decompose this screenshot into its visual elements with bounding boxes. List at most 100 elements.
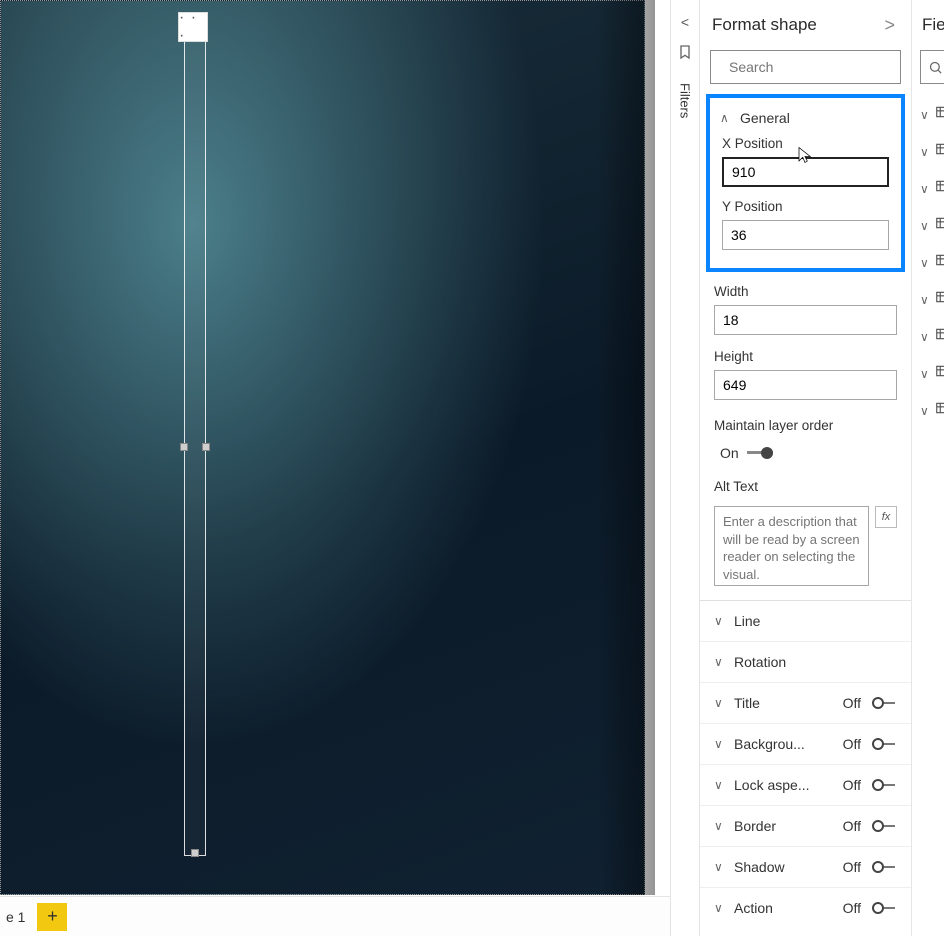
section-border-label: Border <box>734 818 776 834</box>
general-section-highlight: ∧ General X Position Y Position <box>706 94 905 272</box>
section-shadow-header[interactable]: ∨ Shadow Off <box>700 847 911 887</box>
chevron-down-icon: ∨ <box>920 404 929 418</box>
chevron-up-icon: ∧ <box>720 111 732 125</box>
resize-handle-left[interactable] <box>180 443 188 451</box>
maintain-layer-order-label: Maintain layer order <box>700 410 911 439</box>
height-input[interactable] <box>714 370 897 400</box>
chevron-down-icon: ∨ <box>714 901 726 915</box>
section-shadow-toggle[interactable] <box>873 860 897 874</box>
bookmark-icon[interactable] <box>677 44 693 65</box>
search-icon <box>928 60 943 75</box>
chevron-down-icon: ∨ <box>714 737 726 751</box>
section-shadow-state: Off <box>843 859 865 875</box>
table-icon <box>935 105 944 124</box>
resize-handle-bottom[interactable] <box>191 849 199 857</box>
chevron-down-icon: ∨ <box>920 256 929 270</box>
section-border-header[interactable]: ∨ Border Off <box>700 806 911 846</box>
alt-text-fx-button[interactable]: fx <box>875 506 897 528</box>
format-shape-pane: Format shape > ∧ General X Position Y Po… <box>700 0 912 936</box>
fields-table-item[interactable]: ∨ <box>912 96 944 133</box>
table-icon <box>935 327 944 346</box>
filters-pane-collapsed: < Filters <box>670 0 700 936</box>
filters-pane-label[interactable]: Filters <box>678 83 693 118</box>
chevron-down-icon: ∨ <box>714 614 726 628</box>
section-general-label: General <box>740 110 790 126</box>
fields-pane: Fie ∨ ∨ ∨ ∨ ∨ ∨ ∨ ∨ ∨ <box>912 0 944 936</box>
chevron-down-icon: ∨ <box>714 819 726 833</box>
format-search-input[interactable] <box>729 59 910 75</box>
section-title-toggle[interactable] <box>873 696 897 710</box>
chevron-down-icon: ∨ <box>714 860 726 874</box>
section-background-state: Off <box>843 736 865 752</box>
table-icon <box>935 142 944 161</box>
alt-text-input[interactable] <box>714 506 869 586</box>
section-background-header[interactable]: ∨ Backgrou... Off <box>700 724 911 764</box>
y-position-label: Y Position <box>722 199 889 214</box>
fields-table-item[interactable]: ∨ <box>912 281 944 318</box>
section-action-header[interactable]: ∨ Action Off <box>700 888 911 928</box>
fields-pane-title: Fie <box>912 0 944 50</box>
page-tab-1[interactable]: e 1 <box>4 905 27 929</box>
chevron-down-icon: ∨ <box>920 367 929 381</box>
section-background-label: Backgrou... <box>734 736 805 752</box>
fields-table-item[interactable]: ∨ <box>912 318 944 355</box>
table-icon <box>935 216 944 235</box>
fields-table-item[interactable]: ∨ <box>912 133 944 170</box>
section-lockaspect-toggle[interactable] <box>873 778 897 792</box>
section-lockaspect-label: Lock aspe... <box>734 777 810 793</box>
fields-table-item[interactable]: ∨ <box>912 244 944 281</box>
chevron-down-icon: ∨ <box>920 330 929 344</box>
pane-next-button[interactable]: > <box>880 13 899 38</box>
chevron-down-icon: ∨ <box>920 108 929 122</box>
section-title-header[interactable]: ∨ Title Off <box>700 683 911 723</box>
chevron-down-icon: ∨ <box>714 778 726 792</box>
chevron-down-icon: ∨ <box>714 655 726 669</box>
filters-expand-chevron[interactable]: < <box>681 14 689 30</box>
canvas-surface[interactable] <box>0 0 645 895</box>
section-action-toggle[interactable] <box>873 901 897 915</box>
section-shadow-label: Shadow <box>734 859 785 875</box>
fields-table-item[interactable]: ∨ <box>912 392 944 429</box>
table-icon <box>935 179 944 198</box>
section-action-state: Off <box>843 900 865 916</box>
x-position-input[interactable] <box>722 157 889 187</box>
section-border-state: Off <box>843 818 865 834</box>
canvas-shadow <box>597 0 655 895</box>
section-line-header[interactable]: ∨ Line <box>700 601 911 641</box>
x-position-label: X Position <box>722 136 889 151</box>
fields-table-item[interactable]: ∨ <box>912 207 944 244</box>
chevron-down-icon: ∨ <box>920 182 929 196</box>
section-general-header[interactable]: ∧ General <box>716 104 895 132</box>
fields-table-item[interactable]: ∨ <box>912 170 944 207</box>
alt-text-label: Alt Text <box>714 479 897 494</box>
section-rotation-label: Rotation <box>734 654 786 670</box>
section-line-label: Line <box>734 613 760 629</box>
section-rotation-header[interactable]: ∨ Rotation <box>700 642 911 682</box>
table-icon <box>935 401 944 420</box>
height-label: Height <box>714 349 897 364</box>
selected-shape-line[interactable] <box>184 16 206 856</box>
section-border-toggle[interactable] <box>873 819 897 833</box>
section-title-state: Off <box>843 695 865 711</box>
chevron-down-icon: ∨ <box>920 145 929 159</box>
chevron-down-icon: ∨ <box>920 293 929 307</box>
add-page-button[interactable]: + <box>37 903 67 931</box>
section-action-label: Action <box>734 900 773 916</box>
visual-context-menu-button[interactable]: · · · <box>178 12 208 42</box>
maintain-layer-order-toggle[interactable] <box>747 447 773 459</box>
section-title-label: Title <box>734 695 760 711</box>
section-background-toggle[interactable] <box>873 737 897 751</box>
table-icon <box>935 253 944 272</box>
y-position-input[interactable] <box>722 220 889 250</box>
fields-search-box[interactable] <box>920 50 944 84</box>
fields-table-item[interactable]: ∨ <box>912 355 944 392</box>
width-input[interactable] <box>714 305 897 335</box>
format-search-box[interactable] <box>710 50 901 84</box>
section-lockaspect-header[interactable]: ∨ Lock aspe... Off <box>700 765 911 805</box>
chevron-down-icon: ∨ <box>714 696 726 710</box>
maintain-layer-order-state: On <box>720 445 739 461</box>
report-canvas[interactable]: · · · e 1 + <box>0 0 670 936</box>
chevron-down-icon: ∨ <box>920 219 929 233</box>
width-label: Width <box>714 284 897 299</box>
resize-handle-right[interactable] <box>202 443 210 451</box>
